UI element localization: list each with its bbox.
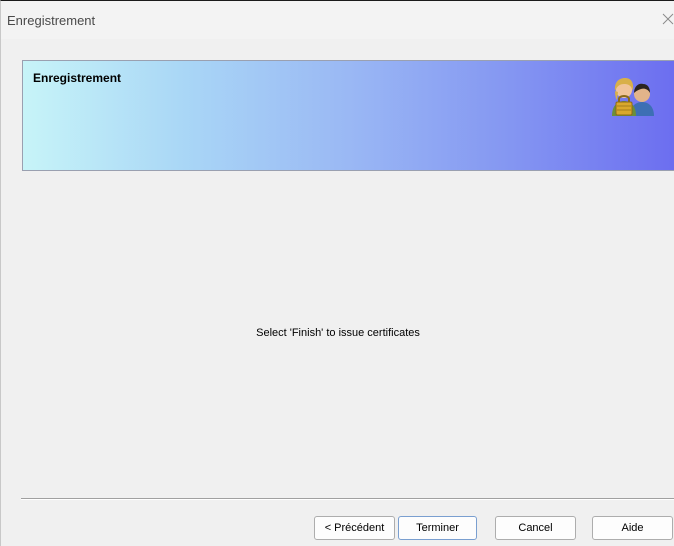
window-title: Enregistrement [7, 13, 96, 28]
back-button[interactable]: < Précédent [314, 516, 395, 540]
help-button[interactable]: Aide [592, 516, 673, 540]
title-bar: Enregistrement [1, 1, 674, 39]
user-certificate-icon [612, 78, 654, 116]
finish-instruction-text: Select 'Finish' to issue certificates [256, 327, 420, 339]
header-title: Enregistrement [33, 71, 122, 85]
wizard-window: Enregistrement Enregistrement Select 'Fi… [0, 0, 674, 546]
finish-button[interactable]: Terminer [398, 516, 477, 540]
close-icon[interactable] [661, 12, 674, 26]
cancel-button[interactable]: Cancel [495, 516, 576, 540]
button-divider [21, 498, 674, 500]
wizard-header-banner: Enregistrement [22, 60, 674, 171]
